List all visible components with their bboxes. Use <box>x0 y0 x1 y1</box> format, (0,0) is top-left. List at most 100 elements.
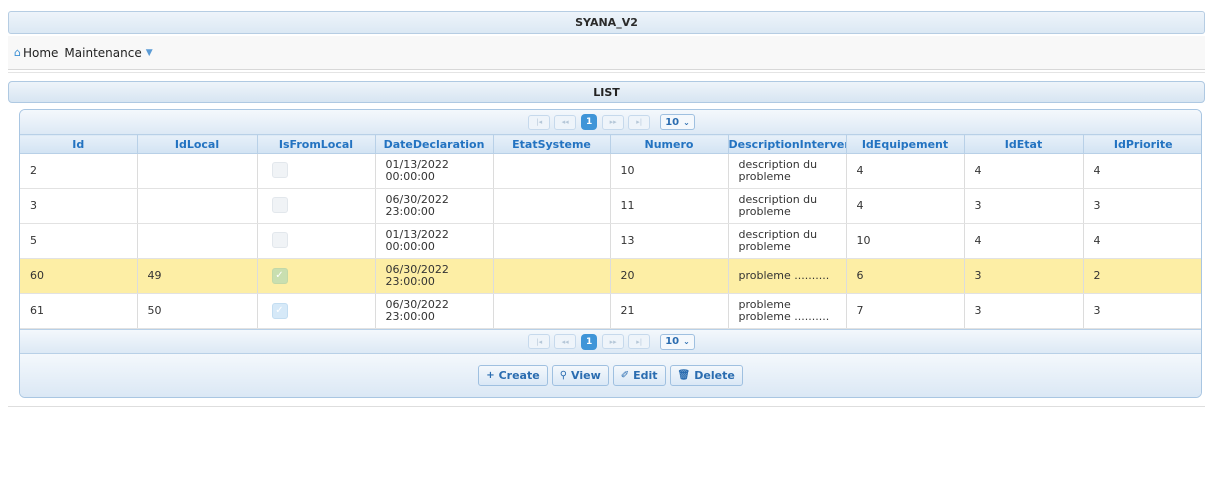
chevron-down-icon: ⌄ <box>683 337 690 346</box>
cell-description: description du probleme <box>728 223 847 259</box>
column-header-idpriorite[interactable]: IdPriorite <box>1083 134 1201 154</box>
cell-id: 3 <box>20 188 138 224</box>
table-row[interactable]: 5 01/13/2022 00:00:00 13 description du pr… <box>20 223 1201 259</box>
menu-item-home-label: Home <box>22 45 59 60</box>
records-table: Id IdLocal IsFromLocal DateDeclaration E… <box>20 134 1201 329</box>
rows-per-page-value: 10 <box>665 336 680 347</box>
cell-numero: 10 <box>610 153 729 189</box>
cell-id: 2 <box>20 153 138 189</box>
cell-datedeclaration: 06/30/2022 23:00:00 <box>375 188 494 224</box>
first-page-icon[interactable]: |◂ <box>528 334 551 349</box>
column-header-idetat[interactable]: IdEtat <box>964 134 1084 154</box>
column-header-datedeclaration[interactable]: DateDeclaration <box>375 134 494 154</box>
cell-etatsysteme <box>493 188 611 224</box>
cell-idequipement: 7 <box>846 293 965 329</box>
page-number-button[interactable]: 1 <box>581 333 598 350</box>
view-button-label: View <box>571 369 601 382</box>
last-page-icon[interactable]: ▸| <box>628 114 651 130</box>
isfromlocal-checkbox[interactable] <box>271 196 288 213</box>
cell-description: description du probleme <box>728 153 847 189</box>
cell-numero: 11 <box>610 188 729 224</box>
rows-per-page-value: 10 <box>665 116 680 128</box>
table-row-selected[interactable]: 60 49 ✓ 06/30/2022 23:00:00 20 probleme .… <box>20 258 1201 294</box>
divider <box>8 72 1205 73</box>
app-title: SYANA_V2 <box>575 16 638 29</box>
page-number-button[interactable]: 1 <box>581 114 598 130</box>
cell-datedeclaration: 01/13/2022 00:00:00 <box>375 223 494 259</box>
chevron-down-icon: ▼ <box>145 47 153 58</box>
column-header-isfromlocal[interactable]: IsFromLocal <box>257 134 376 154</box>
menu-item-maintenance[interactable]: Maintenance ▼ <box>64 46 152 60</box>
table-row[interactable]: 61 50 ✓ 06/30/2022 23:00:00 21 probleme pr… <box>20 293 1201 329</box>
isfromlocal-checkbox[interactable] <box>271 231 288 248</box>
cell-idpriorite: 4 <box>1083 223 1201 259</box>
cell-idequipement: 4 <box>846 153 965 189</box>
column-header-idequipement[interactable]: IdEquipement <box>846 134 965 154</box>
cell-etatsysteme <box>493 258 611 294</box>
home-icon: ⌂ <box>14 46 21 59</box>
delete-button[interactable]: 🗑 Delete <box>669 365 743 386</box>
cell-etatsysteme <box>493 223 611 259</box>
cell-idpriorite: 4 <box>1083 153 1201 189</box>
cell-id: 61 <box>20 293 138 329</box>
isfromlocal-checkbox-checked[interactable]: ✓ <box>271 303 288 319</box>
first-page-icon[interactable]: |◂ <box>528 114 551 130</box>
prev-page-icon[interactable]: ◂◂ <box>554 114 577 130</box>
cell-numero: 21 <box>610 293 729 329</box>
cell-idlocal <box>137 153 258 189</box>
data-table: |◂ ◂◂ 1 ▸▸ ▸| 10 ⌄ Id IdLocal IsFromLoca… <box>19 109 1202 398</box>
column-header-id[interactable]: Id <box>20 134 138 154</box>
cell-isfromlocal <box>257 223 376 259</box>
search-icon: ⚲ <box>559 370 568 381</box>
chevron-down-icon: ⌄ <box>683 117 690 127</box>
create-button[interactable]: + Create <box>478 365 548 386</box>
next-page-icon[interactable]: ▸▸ <box>602 334 625 349</box>
cell-isfromlocal <box>257 188 376 224</box>
actions-toolbar: + Create ⚲ View ✐ Edit 🗑 Delete <box>20 353 1201 397</box>
cell-etatsysteme <box>493 293 611 329</box>
edit-button[interactable]: ✐ Edit <box>612 365 666 386</box>
rows-per-page-select[interactable]: 10 ⌄ <box>660 333 695 350</box>
cell-idequipement: 4 <box>846 188 965 224</box>
cell-idpriorite: 3 <box>1083 293 1201 329</box>
paginator-top: |◂ ◂◂ 1 ▸▸ ▸| 10 ⌄ <box>20 110 1201 134</box>
column-header-idlocal[interactable]: IdLocal <box>137 134 258 154</box>
cell-isfromlocal: ✓ <box>257 258 376 294</box>
cell-idequipement: 6 <box>846 258 965 294</box>
app-title-bar: SYANA_V2 <box>8 11 1205 34</box>
isfromlocal-checkbox[interactable] <box>271 161 288 178</box>
cell-idequipement: 10 <box>846 223 965 259</box>
table-row[interactable]: 2 01/13/2022 00:00:00 10 description du pr… <box>20 153 1201 189</box>
trash-icon: 🗑 <box>677 370 691 381</box>
cell-idetat: 3 <box>964 188 1084 224</box>
cell-idlocal: 50 <box>137 293 258 329</box>
table-row[interactable]: 3 06/30/2022 23:00:00 11 description du pr… <box>20 188 1201 224</box>
cell-datedeclaration: 06/30/2022 23:00:00 <box>375 258 494 294</box>
cell-datedeclaration: 01/13/2022 00:00:00 <box>375 153 494 189</box>
create-button-label: Create <box>498 369 540 382</box>
cell-description: description du probleme <box>728 188 847 224</box>
edit-button-label: Edit <box>633 369 658 382</box>
cell-idetat: 4 <box>964 223 1084 259</box>
cell-idetat: 4 <box>964 153 1084 189</box>
last-page-icon[interactable]: ▸| <box>628 334 651 349</box>
cell-description: probleme probleme .......... <box>728 293 847 329</box>
cell-idpriorite: 2 <box>1083 258 1201 294</box>
cell-datedeclaration: 06/30/2022 23:00:00 <box>375 293 494 329</box>
menu-item-home[interactable]: ⌂ Home <box>14 46 58 60</box>
column-header-description[interactable]: DescriptionInterven <box>728 134 847 154</box>
cell-numero: 20 <box>610 258 729 294</box>
cell-idlocal <box>137 188 258 224</box>
panel-header: LIST <box>8 81 1205 103</box>
rows-per-page-select[interactable]: 10 ⌄ <box>660 114 695 130</box>
next-page-icon[interactable]: ▸▸ <box>602 114 625 130</box>
cell-idpriorite: 3 <box>1083 188 1201 224</box>
column-header-numero[interactable]: Numero <box>610 134 729 154</box>
cell-idetat: 3 <box>964 293 1084 329</box>
isfromlocal-checkbox-checked[interactable]: ✓ <box>271 268 288 284</box>
prev-page-icon[interactable]: ◂◂ <box>554 334 577 349</box>
view-button[interactable]: ⚲ View <box>551 365 609 386</box>
column-header-etatsysteme[interactable]: EtatSysteme <box>493 134 611 154</box>
menu-bar: ⌂ Home Maintenance ▼ <box>8 36 1205 70</box>
menu-item-maintenance-label: Maintenance <box>64 45 142 60</box>
